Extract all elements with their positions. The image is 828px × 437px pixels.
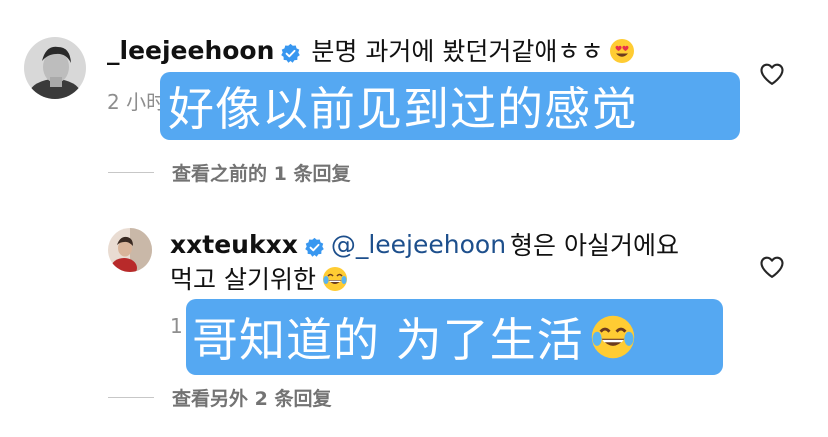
comment-username[interactable]: _leejeehoon (107, 36, 274, 65)
translation-text: 哥知道的 为了生活 (192, 313, 584, 367)
tears-of-joy-emoji-icon (590, 314, 636, 360)
view-replies-label: 查看另外 2 条回复 (172, 387, 332, 410)
comment-text-continued: 먹고 살기위한 (170, 265, 316, 294)
verified-badge-icon (304, 235, 325, 257)
comments-panel: _leejeehoon 분명 과거에 봤던거같애ㅎㅎ 2 小时 好像以前见到过的… (0, 0, 828, 437)
view-replies-label: 查看之前的 1 条回复 (172, 162, 351, 185)
like-heart-icon[interactable] (758, 60, 786, 88)
view-replies-button[interactable]: 查看之前的 1 条回复 (108, 160, 351, 185)
comment-2-line-2: 먹고 살기위한 (170, 260, 348, 296)
replies-divider (108, 171, 154, 173)
comment-text: 형은 아실거에요 (510, 231, 679, 260)
translation-text: 好像以前见到过的感觉 (168, 82, 638, 136)
mention-link[interactable]: @_leejeehoon (331, 230, 506, 259)
tears-of-joy-emoji-icon (322, 266, 348, 292)
avatar[interactable] (24, 37, 86, 99)
comment-username[interactable]: xxteukxx (170, 230, 298, 259)
translation-overlay: 好像以前见到过的感觉 (160, 72, 740, 140)
replies-divider (108, 396, 154, 398)
like-heart-icon[interactable] (758, 253, 786, 281)
view-replies-button[interactable]: 查看另外 2 条回复 (108, 385, 332, 410)
comment-2-line-1: xxteukxx @_leejeehoon 형은 아실거에요 (170, 226, 679, 262)
translation-overlay: 哥知道的 为了生活 (186, 299, 723, 375)
comment-text: 분명 과거에 봤던거같애ㅎㅎ (311, 37, 604, 66)
avatar[interactable] (108, 228, 152, 272)
verified-badge-icon (280, 41, 301, 63)
comment-time: 2 小时 (107, 90, 167, 114)
heart-eyes-emoji-icon (609, 38, 635, 64)
comment-time: 1 (170, 314, 183, 338)
comment-1-line: _leejeehoon 분명 과거에 봤던거같애ㅎㅎ (107, 32, 635, 68)
